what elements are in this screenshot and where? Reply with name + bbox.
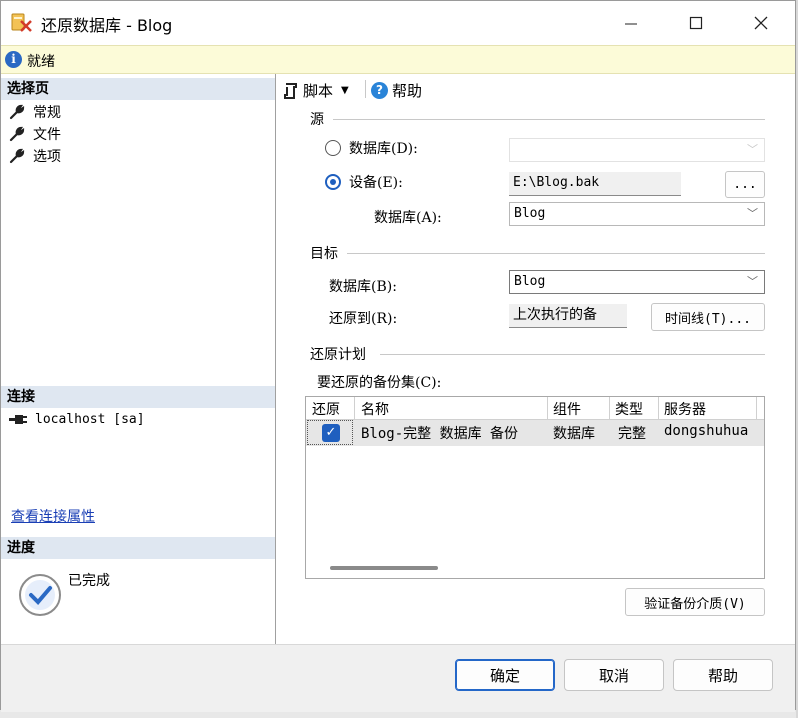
chevron-down-icon: ▼ bbox=[341, 85, 349, 96]
target-database-label: 数据库(B): bbox=[329, 279, 397, 295]
backup-sets-label: 要还原的备份集(C): bbox=[317, 375, 442, 391]
database-source-combo[interactable]: ﹀ bbox=[509, 138, 765, 162]
cell-server: dongshuhua bbox=[664, 423, 749, 439]
page-files[interactable]: 文件 bbox=[9, 124, 61, 144]
page-options-label: 选项 bbox=[33, 149, 61, 165]
help-icon: ? bbox=[371, 82, 388, 99]
info-icon: i bbox=[5, 51, 22, 68]
database-source-label: 数据库(D): bbox=[349, 141, 418, 157]
connection-header: 连接 bbox=[1, 386, 275, 408]
chevron-down-icon: ﹀ bbox=[747, 275, 758, 288]
restore-checkbox[interactable]: ✓ bbox=[322, 424, 340, 442]
view-connection-properties-link[interactable]: 查看连接属性 bbox=[11, 506, 95, 526]
minimize-icon bbox=[625, 23, 637, 25]
restore-to-field[interactable]: 上次执行的备 bbox=[509, 304, 627, 328]
horizontal-scrollbar[interactable] bbox=[330, 566, 438, 570]
target-database-value: Blog bbox=[514, 274, 546, 289]
restore-plan-group-title: 还原计划 bbox=[310, 347, 366, 363]
plug-icon bbox=[9, 414, 27, 424]
script-button[interactable]: 脚本 ▼ bbox=[283, 80, 349, 101]
connection-text: localhost [sa] bbox=[35, 412, 145, 427]
wrench-icon bbox=[9, 126, 25, 142]
toolbar-divider bbox=[365, 80, 366, 98]
target-divider bbox=[347, 253, 765, 254]
database-source-radio[interactable] bbox=[325, 140, 341, 156]
column-header-restore[interactable]: 还原 bbox=[312, 399, 340, 419]
column-header-name[interactable]: 名称 bbox=[361, 399, 389, 419]
source-database-combo[interactable]: Blog ﹀ bbox=[509, 202, 765, 226]
progress-status: 已完成 bbox=[68, 573, 110, 589]
toolbar: 脚本 ▼ ? 帮助 bbox=[277, 74, 797, 104]
help-button[interactable]: 帮助 bbox=[673, 659, 773, 691]
table-row[interactable]: ✓ Blog-完整 数据库 备份 数据库 完整 dongshuhua bbox=[306, 420, 764, 446]
chevron-down-icon: ﹀ bbox=[747, 143, 758, 156]
chevron-down-icon: ﹀ bbox=[747, 207, 758, 220]
close-icon bbox=[754, 16, 768, 30]
close-button[interactable] bbox=[731, 1, 791, 45]
column-separator bbox=[658, 397, 659, 419]
restore-database-dialog: 还原数据库 - Blog i 就绪 选择页 常规 文件 选项 连接 localh… bbox=[0, 0, 797, 712]
column-separator bbox=[756, 397, 757, 419]
source-group-title: 源 bbox=[310, 112, 324, 128]
dialog-footer: 确定 取消 帮助 bbox=[1, 644, 795, 712]
column-header-server[interactable]: 服务器 bbox=[664, 399, 706, 419]
connection-info: localhost [sa] bbox=[9, 412, 145, 427]
restore-plan-divider bbox=[380, 354, 765, 355]
wrench-icon bbox=[9, 104, 25, 120]
target-group-title: 目标 bbox=[310, 246, 338, 262]
left-panel: 选择页 常规 文件 选项 连接 localhost [sa] 查看连接属性 进度 bbox=[1, 74, 276, 644]
minimize-button[interactable] bbox=[601, 1, 661, 45]
main-panel: 脚本 ▼ ? 帮助 源 数据库(D): ﹀ 设备(E): E:\Blog.bak… bbox=[277, 74, 797, 644]
script-label: 脚本 bbox=[303, 82, 334, 100]
cell-name: Blog-完整 数据库 备份 bbox=[361, 426, 519, 442]
device-source-radio[interactable] bbox=[325, 174, 341, 190]
help-toolbar-button[interactable]: ? 帮助 bbox=[371, 80, 422, 101]
page-general[interactable]: 常规 bbox=[9, 102, 61, 122]
restore-to-label: 还原到(R): bbox=[329, 311, 398, 327]
progress-header: 进度 bbox=[1, 537, 275, 559]
grid-header: 还原 名称 组件 类型 服务器 bbox=[306, 397, 764, 420]
device-source-label: 设备(E): bbox=[349, 175, 403, 191]
maximize-button[interactable] bbox=[666, 1, 726, 45]
cell-component: 数据库 bbox=[553, 426, 595, 442]
column-separator bbox=[609, 397, 610, 419]
select-page-header: 选择页 bbox=[1, 78, 275, 100]
timeline-button[interactable]: 时间线(T)... bbox=[651, 303, 765, 331]
progress-complete-icon bbox=[19, 574, 61, 616]
maximize-icon bbox=[689, 16, 703, 30]
status-bar: i 就绪 bbox=[1, 45, 795, 74]
wrench-icon bbox=[9, 148, 25, 164]
source-database-label: 数据库(A): bbox=[374, 210, 442, 226]
status-text: 就绪 bbox=[27, 54, 55, 70]
source-database-value: Blog bbox=[514, 206, 546, 221]
cell-type: 完整 bbox=[618, 426, 646, 442]
cancel-button[interactable]: 取消 bbox=[564, 659, 664, 691]
help-toolbar-label: 帮助 bbox=[392, 82, 423, 100]
script-icon bbox=[284, 82, 297, 99]
column-header-component[interactable]: 组件 bbox=[553, 399, 581, 419]
backup-sets-grid: 还原 名称 组件 类型 服务器 ✓ Blog-完整 数据库 备份 数据库 完整 … bbox=[305, 396, 765, 579]
column-separator bbox=[354, 397, 355, 419]
source-divider bbox=[333, 119, 765, 120]
column-header-type[interactable]: 类型 bbox=[615, 399, 643, 419]
title-bar: 还原数据库 - Blog bbox=[1, 1, 795, 45]
window-title: 还原数据库 - Blog bbox=[41, 16, 173, 35]
browse-device-button[interactable]: ... bbox=[725, 171, 765, 198]
page-options[interactable]: 选项 bbox=[9, 146, 61, 166]
page-general-label: 常规 bbox=[33, 105, 61, 121]
ok-button[interactable]: 确定 bbox=[455, 659, 555, 691]
device-path-field[interactable]: E:\Blog.bak bbox=[509, 172, 681, 196]
column-separator bbox=[547, 397, 548, 419]
restore-database-icon bbox=[11, 13, 32, 32]
page-files-label: 文件 bbox=[33, 127, 61, 143]
verify-backup-media-button[interactable]: 验证备份介质(V) bbox=[625, 588, 765, 616]
target-database-combo[interactable]: Blog ﹀ bbox=[509, 270, 765, 294]
